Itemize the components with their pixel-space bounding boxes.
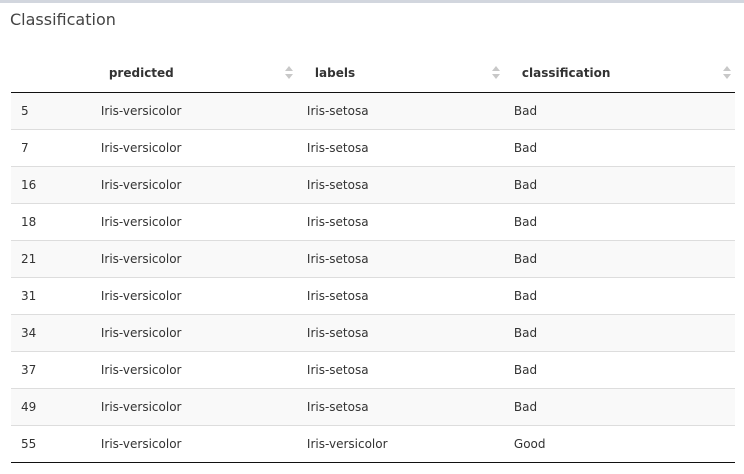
table-row: 55 Iris-versicolor Iris-versicolor Good [11, 425, 735, 463]
table-row: 34 Iris-versicolor Iris-setosa Bad [11, 314, 735, 352]
table-row: 49 Iris-versicolor Iris-setosa Bad [11, 388, 735, 426]
header-labels-label: labels [314, 66, 356, 80]
header-labels[interactable]: labels [296, 56, 504, 93]
cell-labels: Iris-setosa [296, 166, 504, 204]
cell-predicted: Iris-versicolor [90, 203, 297, 241]
cell-labels: Iris-setosa [296, 314, 504, 352]
cell-classification: Good [503, 425, 735, 463]
cell-predicted: Iris-versicolor [90, 277, 297, 315]
table-body: 5 Iris-versicolor Iris-setosa Bad 7 Iris… [11, 92, 735, 463]
cell-classification: Bad [503, 129, 735, 167]
cell-classification: Bad [503, 240, 735, 278]
sort-both-icon [491, 66, 500, 80]
cell-classification: Bad [503, 203, 735, 241]
cell-id: 55 [11, 425, 91, 463]
cell-id: 31 [11, 277, 91, 315]
classification-table: predicted labels classification 5 Iris-v… [11, 56, 735, 463]
table-header: predicted labels classification [11, 56, 735, 93]
cell-labels: Iris-setosa [296, 129, 504, 167]
cell-labels: Iris-setosa [296, 203, 504, 241]
cell-predicted: Iris-versicolor [90, 314, 297, 352]
header-classification-label: classification [521, 66, 611, 80]
cell-id: 21 [11, 240, 91, 278]
cell-labels: Iris-setosa [296, 92, 504, 130]
table-row: 18 Iris-versicolor Iris-setosa Bad [11, 203, 735, 241]
cell-predicted: Iris-versicolor [90, 129, 297, 167]
cell-classification: Bad [503, 92, 735, 130]
cell-labels: Iris-versicolor [296, 425, 504, 463]
header-row: predicted labels classification [11, 56, 735, 93]
cell-classification: Bad [503, 388, 735, 426]
cell-id: 16 [11, 166, 91, 204]
cell-labels: Iris-setosa [296, 240, 504, 278]
cell-predicted: Iris-versicolor [90, 388, 297, 426]
table-row: 7 Iris-versicolor Iris-setosa Bad [11, 129, 735, 167]
sort-both-icon [284, 66, 293, 80]
cell-classification: Bad [503, 166, 735, 204]
cell-predicted: Iris-versicolor [90, 166, 297, 204]
cell-classification: Bad [503, 314, 735, 352]
table-row: 31 Iris-versicolor Iris-setosa Bad [11, 277, 735, 315]
cell-predicted: Iris-versicolor [90, 240, 297, 278]
cell-labels: Iris-setosa [296, 277, 504, 315]
cell-id: 7 [11, 129, 91, 167]
cell-predicted: Iris-versicolor [90, 351, 297, 389]
cell-labels: Iris-setosa [296, 351, 504, 389]
cell-classification: Bad [503, 277, 735, 315]
cell-predicted: Iris-versicolor [90, 425, 297, 463]
header-predicted[interactable]: predicted [90, 56, 297, 93]
box-title: Classification [10, 10, 116, 29]
cell-classification: Bad [503, 351, 735, 389]
cell-predicted: Iris-versicolor [90, 92, 297, 130]
cell-labels: Iris-setosa [296, 388, 504, 426]
table-row: 16 Iris-versicolor Iris-setosa Bad [11, 166, 735, 204]
table-row: 37 Iris-versicolor Iris-setosa Bad [11, 351, 735, 389]
table-row: 5 Iris-versicolor Iris-setosa Bad [11, 92, 735, 130]
cell-id: 5 [11, 92, 91, 130]
header-predicted-label: predicted [108, 66, 174, 80]
header-rownames [11, 56, 91, 93]
cell-id: 49 [11, 388, 91, 426]
sort-both-icon [723, 66, 731, 80]
header-classification[interactable]: classification [503, 56, 735, 93]
cell-id: 18 [11, 203, 91, 241]
box-top-border [0, 0, 744, 3]
table-row: 21 Iris-versicolor Iris-setosa Bad [11, 240, 735, 278]
cell-id: 37 [11, 351, 91, 389]
cell-id: 34 [11, 314, 91, 352]
